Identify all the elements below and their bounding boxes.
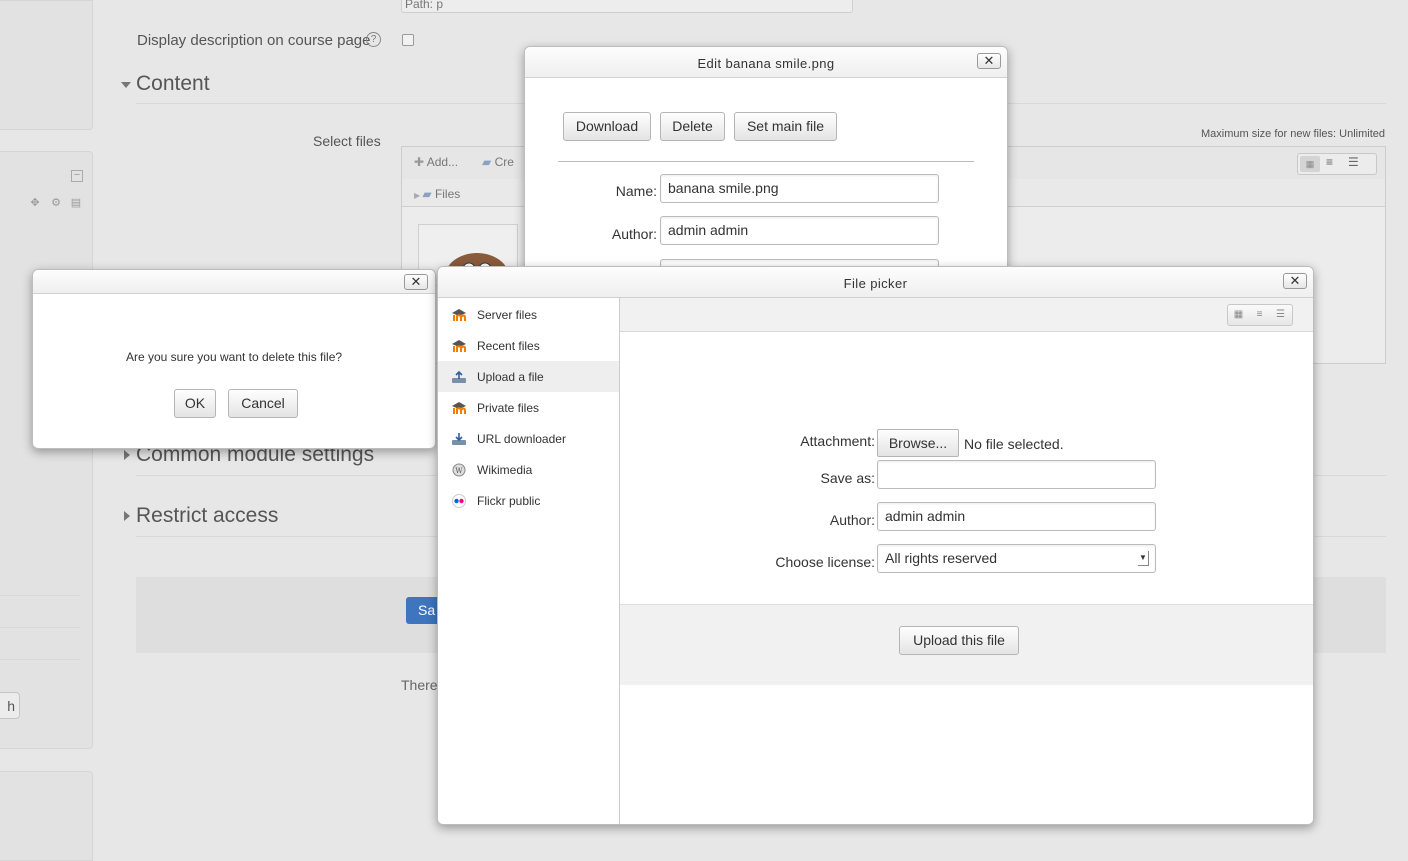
ok-button[interactable]: OK xyxy=(174,389,216,418)
wikimedia-icon: W xyxy=(452,463,466,477)
confirm-delete-dialog: ✕ Are you sure you want to delete this f… xyxy=(32,269,436,449)
chevron-down-icon[interactable]: ▼ xyxy=(1138,551,1149,566)
flickr-icon xyxy=(452,494,466,508)
edit-file-dialog-title: Edit banana smile.png xyxy=(697,56,835,71)
select-files-label: Select files xyxy=(313,133,381,149)
edit-file-dialog-header: Edit banana smile.png ✕ xyxy=(525,47,1007,78)
gear-icon[interactable]: ⚙ xyxy=(50,197,62,209)
download-button[interactable]: Download xyxy=(563,112,651,141)
browse-button[interactable]: Browse... xyxy=(877,429,959,457)
moodle-icon xyxy=(452,402,466,414)
file-picker-toolbar: ▦ ≡ ☰ xyxy=(620,298,1313,332)
close-icon[interactable]: ✕ xyxy=(977,53,1001,69)
divider xyxy=(0,595,80,596)
close-icon[interactable]: ✕ xyxy=(1283,273,1307,289)
moodle-icon xyxy=(452,309,466,321)
close-icon[interactable]: ✕ xyxy=(404,274,428,290)
left-block-bottom xyxy=(0,771,93,861)
create-folder-button[interactable]: ▰ Cre xyxy=(482,155,514,169)
file-picker-footer: Upload this file xyxy=(620,604,1313,685)
repo-label: Wikimedia xyxy=(477,463,533,477)
path-textarea[interactable]: Path: p xyxy=(401,0,853,13)
file-picker-header: File picker ✕ xyxy=(438,267,1313,298)
set-main-file-button[interactable]: Set main file xyxy=(734,112,837,141)
search-button[interactable]: h xyxy=(0,692,20,719)
tree-view-icon[interactable]: ☰ xyxy=(1270,305,1291,325)
left-block-top xyxy=(0,0,93,130)
display-description-checkbox[interactable] xyxy=(402,34,414,46)
attachment-label: Attachment: xyxy=(800,433,875,449)
license-select[interactable]: All rights reserved ▼ xyxy=(877,544,1156,573)
repo-upload-a-file[interactable]: Upload a file xyxy=(438,361,619,392)
section-restrict-access-title[interactable]: Restrict access xyxy=(136,504,278,528)
repo-server-files[interactable]: Server files xyxy=(438,299,619,330)
repo-private-files[interactable]: Private files xyxy=(438,392,619,423)
help-icon[interactable]: ? xyxy=(366,32,381,47)
repo-label: URL downloader xyxy=(477,432,566,446)
icons-view-icon[interactable]: ▦ xyxy=(1228,305,1249,325)
collapsed-triangle-icon[interactable] xyxy=(124,511,130,521)
delete-button[interactable]: Delete xyxy=(660,112,725,141)
repository-list: Server files Recent files Upload a file … xyxy=(438,298,620,824)
tree-view-icon[interactable]: ☰ xyxy=(1348,155,1359,169)
save-as-field[interactable] xyxy=(877,460,1156,489)
repo-recent-files[interactable]: Recent files xyxy=(438,330,619,361)
divider xyxy=(558,161,974,162)
section-content-title[interactable]: Content xyxy=(136,72,210,96)
left-block-middle: − ✥ ⚙ ▤ xyxy=(0,151,93,749)
create-folder-label: Cre xyxy=(494,155,514,169)
name-label: Name: xyxy=(615,183,657,199)
upload-this-file-button[interactable]: Upload this file xyxy=(899,626,1019,655)
moodle-icon xyxy=(452,340,466,352)
collapse-icon[interactable]: − xyxy=(71,170,83,182)
max-size-text: Maximum size for new files: Unlimited xyxy=(1201,128,1385,140)
add-file-button[interactable]: ✚ Add... xyxy=(414,155,458,169)
file-picker-dialog: File picker ✕ Server files Recent files … xyxy=(437,266,1314,825)
name-field[interactable]: banana smile.png xyxy=(660,174,939,203)
icons-view-icon[interactable]: ▦ xyxy=(1300,156,1320,172)
view-mode-buttons[interactable]: ▦ ≡ ☰ xyxy=(1297,153,1377,175)
repo-label: Flickr public xyxy=(477,494,541,508)
choose-license-label: Choose license: xyxy=(775,554,875,570)
svg-text:W: W xyxy=(455,467,463,475)
dock-icon[interactable]: ▤ xyxy=(70,197,82,209)
files-folder[interactable]: ▶ ▰ Files xyxy=(414,187,460,201)
divider xyxy=(0,659,80,660)
cancel-button[interactable]: Cancel xyxy=(228,389,298,418)
list-view-icon[interactable]: ≡ xyxy=(1326,155,1333,169)
move-icon[interactable]: ✥ xyxy=(29,197,41,209)
license-selected-value: All rights reserved xyxy=(885,550,998,566)
save-as-label: Save as: xyxy=(820,470,875,486)
add-file-label: Add... xyxy=(426,155,459,169)
no-file-selected-text: No file selected. xyxy=(964,436,1064,452)
collapsed-triangle-icon[interactable] xyxy=(124,450,130,460)
author-field[interactable]: admin admin xyxy=(660,216,939,245)
confirm-dialog-header: ✕ xyxy=(33,270,435,294)
repo-label: Recent files xyxy=(477,339,540,353)
list-view-icon[interactable]: ≡ xyxy=(1249,305,1270,325)
repo-label: Upload a file xyxy=(477,370,544,384)
author-label: Author: xyxy=(829,512,875,528)
view-mode-buttons[interactable]: ▦ ≡ ☰ xyxy=(1227,304,1293,326)
display-description-label: Display description on course page xyxy=(137,32,371,49)
divider xyxy=(0,627,80,628)
url-downloader-icon xyxy=(452,433,466,445)
files-folder-label: Files xyxy=(434,187,461,201)
edit-file-dialog: Edit banana smile.png ✕ Download Delete … xyxy=(524,46,1008,288)
repo-label: Server files xyxy=(477,308,538,322)
repo-url-downloader[interactable]: URL downloader xyxy=(438,423,619,454)
repo-flickr-public[interactable]: Flickr public xyxy=(438,485,619,516)
author-label: Author: xyxy=(611,226,657,242)
file-picker-title: File picker xyxy=(843,276,908,291)
required-fields-note: There xyxy=(401,677,438,693)
repo-wikimedia[interactable]: W Wikimedia xyxy=(438,454,619,485)
repo-label: Private files xyxy=(477,401,540,415)
confirm-message: Are you sure you want to delete this fil… xyxy=(125,350,343,364)
expanded-triangle-icon[interactable] xyxy=(121,82,131,88)
author-field[interactable]: admin admin xyxy=(877,502,1156,531)
upload-icon xyxy=(452,370,466,383)
